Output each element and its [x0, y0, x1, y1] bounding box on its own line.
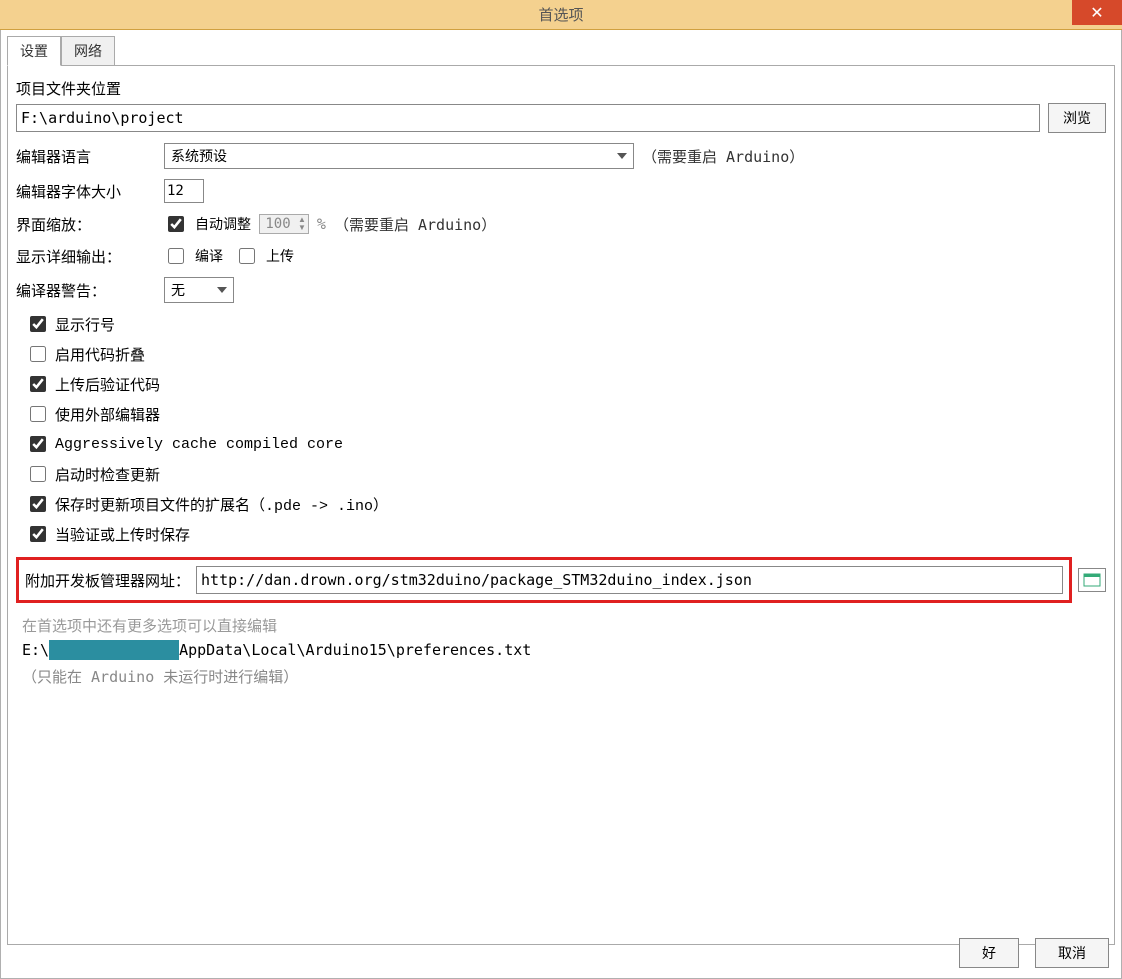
check-aggressive-cache[interactable]: [30, 436, 46, 452]
font-size-label: 编辑器字体大小: [16, 181, 156, 202]
ok-button[interactable]: 好: [959, 938, 1019, 968]
tabstrip: 设置 网络: [7, 36, 1115, 66]
prefs-path-prefix: E:\: [22, 641, 49, 659]
verbose-compile-label: 编译: [195, 246, 223, 266]
ui-scale-auto-checkbox[interactable]: [168, 216, 184, 232]
editor-language-select[interactable]: 系统预设: [164, 143, 634, 169]
check-external-editor[interactable]: [30, 406, 46, 422]
check-save-on-verify-upload[interactable]: [30, 526, 46, 542]
check-update-extension-on-save[interactable]: [30, 496, 46, 512]
check-show-line-numbers[interactable]: [30, 316, 46, 332]
ui-scale-auto-label: 自动调整: [195, 214, 251, 234]
close-icon: ✕: [1090, 3, 1103, 23]
check-update-extension-on-save-label: 保存时更新项目文件的扩展名（.pde -> .ino）: [55, 494, 388, 515]
window-body: 设置 网络 项目文件夹位置 浏览 编辑器语言 系统预设 （需要重启 Arduin…: [0, 30, 1122, 979]
verbose-upload-label: 上传: [266, 246, 294, 266]
check-updates-on-start-label: 启动时检查更新: [55, 464, 160, 485]
check-show-line-numbers-label: 显示行号: [55, 314, 115, 335]
check-verify-after-upload[interactable]: [30, 376, 46, 392]
close-button[interactable]: ✕: [1072, 0, 1122, 25]
font-size-input[interactable]: [164, 179, 204, 203]
more-prefs-note: 在首选项中还有更多选项可以直接编辑: [22, 615, 1106, 636]
verbose-compile-checkbox[interactable]: [168, 248, 184, 264]
tab-pane-settings: 项目文件夹位置 浏览 编辑器语言 系统预设 （需要重启 Arduino） 编辑器…: [7, 65, 1115, 945]
spinner-arrows-icon: ▲▼: [296, 216, 308, 232]
verbose-label: 显示详细输出：: [16, 246, 156, 267]
editor-language-hint: （需要重启 Arduino）: [642, 146, 804, 167]
window-title: 首选项: [538, 4, 583, 25]
tab-settings[interactable]: 设置: [7, 36, 61, 66]
redacted-username: [49, 640, 179, 660]
check-updates-on-start[interactable]: [30, 466, 46, 482]
cancel-button[interactable]: 取消: [1035, 938, 1109, 968]
browse-button[interactable]: 浏览: [1048, 103, 1106, 133]
compiler-warnings-label: 编译器警告：: [16, 280, 156, 301]
compiler-warnings-select[interactable]: 无: [164, 277, 234, 303]
check-save-on-verify-upload-label: 当验证或上传时保存: [55, 524, 190, 545]
window-icon: [1083, 573, 1101, 587]
check-code-folding[interactable]: [30, 346, 46, 362]
sketchbook-path-input[interactable]: [16, 104, 1040, 132]
boards-url-label: 附加开发板管理器网址：: [25, 570, 190, 591]
boards-url-highlight: 附加开发板管理器网址：: [16, 557, 1072, 603]
boards-url-input[interactable]: [196, 566, 1063, 594]
ui-scale-pct: %: [317, 215, 326, 233]
sketchbook-label: 项目文件夹位置: [16, 78, 121, 99]
ui-scale-value: [260, 215, 296, 233]
prefs-path[interactable]: E:\ AppData\Local\Arduino15\preferences.…: [22, 640, 1106, 660]
check-code-folding-label: 启用代码折叠: [55, 344, 145, 365]
check-aggressive-cache-label: Aggressively cache compiled core: [55, 436, 343, 453]
titlebar: 首选项 ✕: [0, 0, 1122, 30]
verbose-upload-checkbox[interactable]: [239, 248, 255, 264]
prefs-edit-note: （只能在 Arduino 未运行时进行编辑）: [22, 666, 1106, 687]
tab-network[interactable]: 网络: [61, 36, 115, 66]
prefs-path-suffix: AppData\Local\Arduino15\preferences.txt: [179, 641, 531, 659]
check-external-editor-label: 使用外部编辑器: [55, 404, 160, 425]
ui-scale-spinner: ▲▼: [259, 214, 309, 234]
boards-url-expand-button[interactable]: [1078, 568, 1106, 592]
check-verify-after-upload-label: 上传后验证代码: [55, 374, 160, 395]
ui-scale-label: 界面缩放：: [16, 214, 156, 235]
editor-language-label: 编辑器语言: [16, 146, 156, 167]
ui-scale-hint: （需要重启 Arduino）: [334, 214, 496, 235]
dialog-button-bar: 好 取消: [959, 938, 1109, 968]
